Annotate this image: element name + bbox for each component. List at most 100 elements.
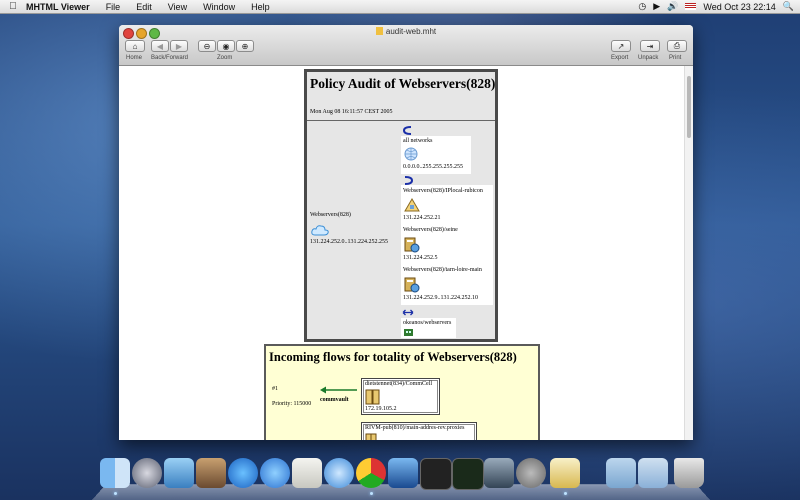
running-indicator <box>114 492 117 495</box>
launchpad-icon[interactable] <box>132 458 162 488</box>
chrome-icon[interactable] <box>356 458 386 488</box>
back-button[interactable]: ◀ <box>151 40 169 52</box>
entry-okeanos: okeanos/webservers <box>401 318 456 338</box>
terminal-icon[interactable] <box>420 458 452 490</box>
menu-app-name[interactable]: MHTML Viewer <box>26 2 98 12</box>
zoom-in-button[interactable]: ⊕ <box>236 40 254 52</box>
bracket-icon <box>403 126 412 135</box>
node-name: RIVM-pub(810)/main-addres-rev.proxies <box>365 425 465 431</box>
apple-menu-icon[interactable]:  <box>0 1 26 12</box>
forward-button[interactable]: ▶ <box>170 40 188 52</box>
print-label: Print <box>669 55 682 61</box>
document-content[interactable]: Policy Audit of Webservers(828) Mon Aug … <box>119 66 685 440</box>
zoom-reset-button[interactable]: ◉ <box>217 40 235 52</box>
menu-help[interactable]: Help <box>243 2 278 12</box>
volume-icon[interactable]: 🔊 <box>667 1 678 12</box>
export-icon: ↗ <box>617 41 625 51</box>
trash-icon[interactable] <box>674 458 704 488</box>
back-icon: ◀ <box>156 41 164 51</box>
zoom-in-icon: ⊕ <box>241 41 249 51</box>
system-preferences-icon[interactable] <box>516 458 546 488</box>
back-forward-label: Back/Forward <box>151 55 189 61</box>
safari-icon[interactable] <box>324 458 354 488</box>
flow-node-commcell: dietstennet(834)/CommCell 172.19.105.2 <box>361 378 440 415</box>
time-machine-icon[interactable]: ◷ <box>638 1 646 12</box>
dock <box>92 452 710 500</box>
entry-group: Webservers(828)/IPlocal-rubicon 131.224.… <box>401 185 493 305</box>
photo-icon[interactable] <box>484 458 514 488</box>
home-icon: ⌂ <box>132 41 138 51</box>
source-name: Webservers(828) <box>310 212 351 218</box>
book-icon <box>365 433 377 440</box>
node-name: dietstennet(834)/CommCell <box>365 381 432 387</box>
activity-monitor-icon[interactable] <box>452 458 484 490</box>
menu-window[interactable]: Window <box>195 2 243 12</box>
rule-number: #1 <box>272 386 278 392</box>
server-host-icon <box>404 277 420 293</box>
mhtml-viewer-icon[interactable] <box>550 458 580 488</box>
running-indicator <box>370 492 373 495</box>
flag-icon[interactable] <box>685 3 697 10</box>
forward-icon: ▶ <box>175 41 183 51</box>
app-store-icon[interactable] <box>228 458 258 488</box>
zoom-out-button[interactable]: ⊖ <box>198 40 216 52</box>
preview-icon[interactable] <box>292 458 322 488</box>
flows-title: Incoming flows for totality of Webserver… <box>269 350 517 364</box>
print-button[interactable]: ⎙ <box>667 40 687 52</box>
flow-node-proxies: RIVM-pub(810)/main-addres-rev.proxies <box>361 422 477 440</box>
entry-value: 131.224.252.5 <box>403 255 438 261</box>
home-button[interactable]: ⌂ <box>125 40 145 52</box>
entry-name: Webservers(828)/tarn-loire-main <box>403 267 482 273</box>
menubar-clock[interactable]: Wed Oct 23 22:14 <box>703 2 775 12</box>
home-label: Home <box>126 55 143 61</box>
cloud-icon <box>311 225 329 236</box>
flow-arrow-icon <box>320 386 357 394</box>
audit-divider <box>307 120 495 121</box>
entry-value: 131.224.252.21 <box>403 215 441 221</box>
menu-file[interactable]: File <box>98 2 129 12</box>
scrollbar-thumb[interactable] <box>687 76 691 138</box>
title-bar[interactable]: audit-web.mht ⌂ Home ◀ ▶ Back/Forward ⊖ … <box>119 25 693 66</box>
audit-date: Mon Aug 08 16:11:57 CEST 2005 <box>310 109 393 115</box>
unpack-icon: ⇥ <box>646 41 654 51</box>
unpack-label: Unpack <box>638 55 659 61</box>
zoom-label: Zoom <box>217 55 233 61</box>
spotlight-icon[interactable]: 🔍 <box>783 1 794 12</box>
zoom-actual-icon: ◉ <box>222 41 230 51</box>
entry-name: Webservers(828)/seine <box>403 227 458 233</box>
finder-icon[interactable] <box>100 458 130 488</box>
policy-audit-panel: Policy Audit of Webservers(828) Mon Aug … <box>304 69 498 342</box>
zoom-out-icon: ⊖ <box>203 41 211 51</box>
viewer-window: audit-web.mht ⌂ Home ◀ ▶ Back/Forward ⊖ … <box>119 25 693 440</box>
flow-service: commvault <box>320 397 349 403</box>
xcode-icon[interactable] <box>388 458 418 488</box>
server-triangle-icon <box>404 198 420 212</box>
audit-title: Policy Audit of Webservers(828) <box>310 76 496 91</box>
window-title: audit-web.mht <box>119 27 693 36</box>
incoming-flows-panel: Incoming flows for totality of Webserver… <box>264 344 540 440</box>
server-host-icon <box>404 237 420 253</box>
entry-value: 131.224.252.9..131.224.252.10 <box>403 295 478 301</box>
rule-priority: Priority: 115000 <box>272 401 312 407</box>
entry-name: Webservers(828)/IPlocal-rubicon <box>403 188 483 194</box>
menu-view[interactable]: View <box>160 2 195 12</box>
itunes-icon[interactable] <box>260 458 290 488</box>
vertical-scrollbar[interactable] <box>684 66 693 440</box>
downloads-folder-icon[interactable] <box>638 458 668 488</box>
entry-name: okeanos/webservers <box>403 320 452 326</box>
double-arrow-icon <box>402 309 414 316</box>
document-icon <box>375 27 383 35</box>
source-range: 131.224.252.0..131.224.252.255 <box>310 239 388 245</box>
play-icon[interactable]: ▶ <box>653 1 660 12</box>
network-card-icon <box>404 329 413 336</box>
bracket-close-icon <box>404 176 413 185</box>
menu-edit[interactable]: Edit <box>128 2 160 12</box>
mission-control-icon[interactable] <box>164 458 194 488</box>
running-indicator <box>564 492 567 495</box>
export-button[interactable]: ↗ <box>611 40 631 52</box>
entry-all-networks: all networks 0.0.0.0..255.255.255.255 <box>401 136 471 174</box>
image-capture-icon[interactable] <box>196 458 226 488</box>
applications-folder-icon[interactable] <box>606 458 636 488</box>
menu-bar:  MHTML Viewer File Edit View Window Hel… <box>0 0 800 14</box>
unpack-button[interactable]: ⇥ <box>640 40 660 52</box>
